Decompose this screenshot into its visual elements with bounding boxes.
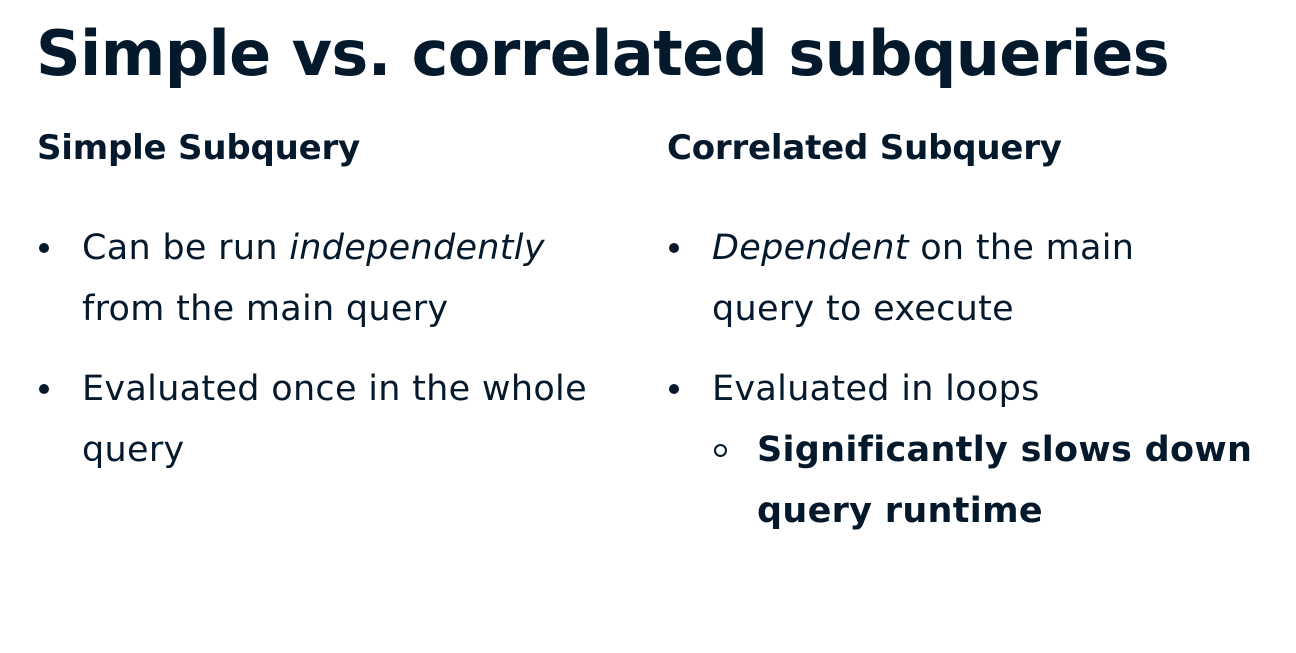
correlated-subquery-column: Correlated Subquery Dependent on the mai… (667, 124, 1287, 531)
list-item: Evaluated in loops Significantly slows d… (667, 359, 1282, 542)
bullet-text: Evaluated once in the whole query (82, 369, 587, 470)
slide-title: Simple vs. correlated subqueries (36, 17, 1170, 90)
bullet-text: Evaluated in loops (712, 369, 1040, 409)
sub-list-item: Significantly slows down query runtime (712, 420, 1257, 542)
simple-subquery-column: Simple Subquery Can be run independently… (37, 124, 637, 470)
simple-subquery-bullets: Can be run independently from the main q… (37, 218, 637, 500)
list-item: Can be run independently from the main q… (37, 218, 637, 340)
bullet-emphasis: Dependent (712, 228, 909, 268)
correlated-subquery-bullets: Dependent on the main query to execute E… (667, 218, 1282, 561)
sub-bullets: Significantly slows down query runtime (712, 420, 1282, 542)
list-item: Evaluated once in the whole query (37, 359, 637, 481)
bullet-emphasis: independently (289, 228, 545, 268)
list-item: Dependent on the main query to execute (667, 218, 1182, 340)
correlated-subquery-heading: Correlated Subquery (667, 128, 1062, 168)
bullet-text: Can be run (82, 228, 290, 268)
sub-bullet-text: Significantly slows down query runtime (757, 430, 1253, 531)
bullet-text: from the main query (82, 289, 449, 329)
simple-subquery-heading: Simple Subquery (37, 128, 361, 168)
